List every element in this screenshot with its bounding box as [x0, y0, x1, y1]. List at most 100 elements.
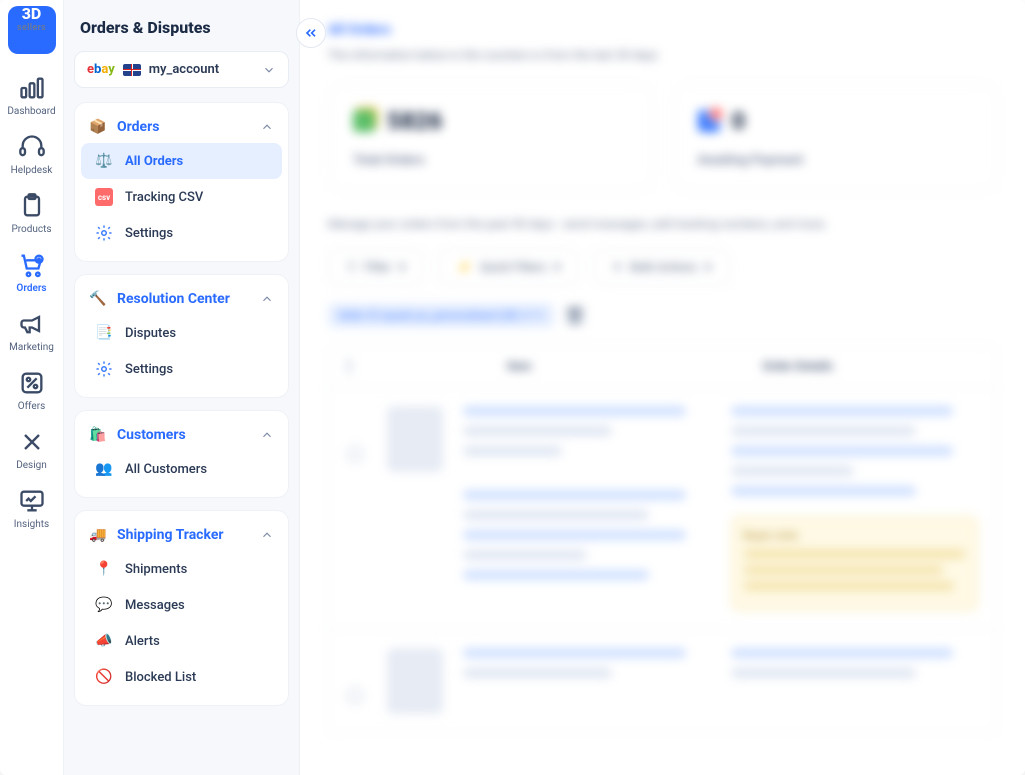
stat-value: 0	[732, 107, 746, 135]
menu-alerts[interactable]: 📣 Alerts	[81, 623, 282, 659]
rail-dashboard[interactable]: Dashboard	[0, 64, 64, 123]
chevron-up-icon	[260, 120, 274, 134]
section-title: Resolution Center	[117, 291, 250, 307]
menu-messages[interactable]: 💬 Messages	[81, 587, 282, 623]
section-shipping-header[interactable]: 🚚 Shipping Tracker	[81, 521, 282, 551]
stat-total-orders[interactable]: 5826 Total Orders	[328, 84, 653, 191]
double-chevron-left-icon	[303, 25, 319, 41]
pin-icon: 📍	[95, 560, 113, 578]
rail-label: Orders	[16, 283, 46, 294]
button-label: Filter	[364, 260, 391, 274]
stats-row: 5826 Total Orders 0 Awaiting Payment	[328, 84, 997, 191]
column-item: Item	[407, 359, 723, 373]
main-panel: All Orders The information below in the …	[300, 0, 1025, 775]
clear-filters-button[interactable]: 🗑	[564, 305, 586, 327]
menu-blocked-list[interactable]: 🚫 Blocked List	[81, 659, 282, 695]
menu-label: Disputes	[125, 326, 176, 341]
select-all-checkbox[interactable]	[347, 359, 367, 373]
rail-orders[interactable]: Orders	[0, 241, 64, 300]
item-info	[463, 406, 711, 611]
ebay-logo: ebay	[87, 62, 115, 77]
buyer-note: Buyer note:	[731, 516, 979, 611]
headset-icon	[18, 133, 46, 161]
sidebar: Orders & Disputes ebay my_account 📦 Orde…	[64, 0, 300, 775]
gear-icon	[95, 360, 113, 378]
table-toolbar: ▽ Filter ▾ ⚡ Quick Filters ▾ ✶ Bulk Acti…	[328, 249, 997, 285]
collapse-sidebar-button[interactable]	[296, 18, 326, 48]
megaphone-icon	[18, 310, 46, 338]
chevron-up-icon	[260, 292, 274, 306]
rail-design[interactable]: Design	[0, 418, 64, 477]
menu-orders-settings[interactable]: Settings	[81, 215, 282, 251]
table-row[interactable]	[328, 630, 997, 733]
alert-icon: 📣	[95, 632, 113, 650]
rail-label: Marketing	[9, 342, 54, 353]
chevron-up-icon	[260, 428, 274, 442]
chevron-up-icon	[260, 528, 274, 542]
account-selector[interactable]: ebay my_account	[74, 51, 289, 88]
rail-label: Design	[16, 460, 47, 471]
app-root: 3D sellers Dashboard Helpdesk Products O…	[0, 0, 1025, 775]
account-name: my_account	[149, 62, 254, 77]
page-description: Manage your orders from the past 90 days…	[328, 217, 997, 231]
stat-icon	[353, 110, 375, 132]
menu-label: All Orders	[125, 154, 183, 169]
item-thumbnail	[387, 406, 443, 472]
stat-label: Total Orders	[353, 153, 628, 168]
menu-all-customers[interactable]: 👥 All Customers	[81, 451, 282, 487]
tools-icon	[18, 428, 46, 456]
truck-icon: 🚚	[89, 527, 107, 543]
section-resolution-header[interactable]: 🔨 Resolution Center	[81, 285, 282, 315]
csv-icon: csv	[95, 188, 113, 206]
people-icon: 👥	[95, 460, 113, 478]
gear-icon	[95, 224, 113, 242]
bulk-actions-button[interactable]: ✶ Bulk Actions ▾	[593, 249, 730, 285]
note-title: Buyer note:	[744, 529, 966, 542]
menu-shipments[interactable]: 📍 Shipments	[81, 551, 282, 587]
table-row[interactable]: Buyer note:	[328, 388, 997, 630]
row-checkbox[interactable]	[347, 406, 367, 611]
uk-flag-icon	[123, 64, 141, 76]
scale-icon: ⚖️	[95, 152, 113, 170]
quick-filters-button[interactable]: ⚡ Quick Filters ▾	[438, 249, 579, 285]
gavel-icon: 🔨	[89, 291, 107, 307]
table-header: Item Order Details	[328, 344, 997, 388]
chevron-down-icon	[262, 63, 276, 77]
menu-label: Settings	[125, 226, 173, 241]
section-orders-header[interactable]: 📦 Orders	[81, 113, 282, 143]
stat-awaiting-payment[interactable]: 0 Awaiting Payment	[673, 84, 998, 191]
rail-label: Dashboard	[7, 106, 55, 117]
brand-sub: sellers	[17, 24, 46, 33]
rail-label: Helpdesk	[11, 165, 53, 176]
active-filters: Seller ID equals ps_personalised (UK) ✕ …	[328, 303, 997, 328]
menu-tracking-csv[interactable]: csv Tracking CSV	[81, 179, 282, 215]
order-details	[731, 648, 979, 714]
rail-helpdesk[interactable]: Helpdesk	[0, 123, 64, 182]
rail-products[interactable]: Products	[0, 182, 64, 241]
section-customers-header[interactable]: 🛍️ Customers	[81, 421, 282, 451]
menu-label: Shipments	[125, 562, 187, 577]
section-title: Customers	[117, 427, 250, 443]
rail-offers[interactable]: Offers	[0, 359, 64, 418]
filter-button[interactable]: ▽ Filter ▾	[328, 249, 424, 285]
menu-label: Blocked List	[125, 670, 196, 685]
row-checkbox[interactable]	[347, 648, 367, 714]
item-thumbnail	[387, 648, 443, 714]
menu-all-orders[interactable]: ⚖️ All Orders	[81, 143, 282, 179]
cart-icon	[18, 251, 46, 279]
breadcrumb: All Orders	[328, 22, 997, 38]
document-icon: 📑	[95, 324, 113, 342]
rail-label: Insights	[14, 519, 49, 530]
stat-icon	[698, 110, 720, 132]
menu-resolution-settings[interactable]: Settings	[81, 351, 282, 387]
main-blurred-content: All Orders The information below in the …	[300, 0, 1025, 755]
rail-insights[interactable]: Insights	[0, 477, 64, 536]
rail-marketing[interactable]: Marketing	[0, 300, 64, 359]
page-title: Orders & Disputes	[74, 14, 289, 51]
filter-tag[interactable]: Seller ID equals ps_personalised (UK) ✕ …	[328, 303, 554, 328]
item-info	[463, 648, 711, 714]
menu-disputes[interactable]: 📑 Disputes	[81, 315, 282, 351]
chat-icon: 💬	[95, 596, 113, 614]
brand-logo[interactable]: 3D sellers	[8, 6, 56, 54]
menu-label: All Customers	[125, 462, 207, 477]
